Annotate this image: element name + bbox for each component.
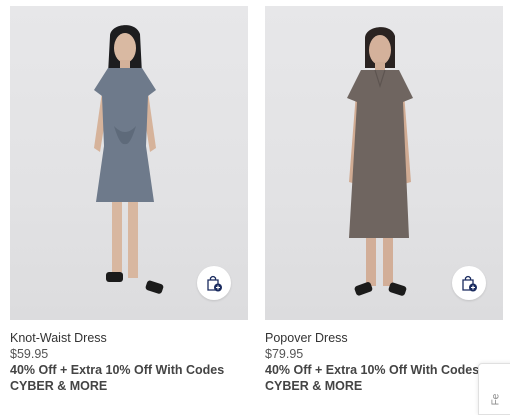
add-to-bag-button[interactable] bbox=[197, 266, 231, 300]
product-name[interactable]: Knot-Waist Dress bbox=[10, 330, 248, 346]
promo-text: 40% Off + Extra 10% Off With Codes bbox=[265, 363, 480, 377]
product-name[interactable]: Popover Dress bbox=[265, 330, 503, 346]
add-to-bag-button[interactable] bbox=[452, 266, 486, 300]
promo-code: CYBER & MORE bbox=[10, 379, 108, 393]
feedback-tab-label: Fe bbox=[490, 393, 502, 406]
promo-text: 40% Off + Extra 10% Off With Codes bbox=[10, 363, 225, 377]
product-price: $79.95 bbox=[265, 347, 304, 361]
product-image[interactable] bbox=[265, 6, 503, 320]
shopping-bag-add-icon bbox=[462, 275, 477, 292]
product-card-popover-dress[interactable]: Popover Dress $79.95 40% Off + Extra 10%… bbox=[265, 6, 503, 394]
product-price: $59.95 bbox=[10, 347, 49, 361]
product-image[interactable] bbox=[10, 6, 248, 320]
shopping-bag-add-icon bbox=[207, 275, 222, 292]
promo-code: CYBER & MORE bbox=[265, 379, 363, 393]
product-card-knot-waist-dress[interactable]: Knot-Waist Dress $59.95 40% Off + Extra … bbox=[10, 6, 248, 394]
feedback-tab[interactable]: Fe bbox=[478, 363, 510, 415]
